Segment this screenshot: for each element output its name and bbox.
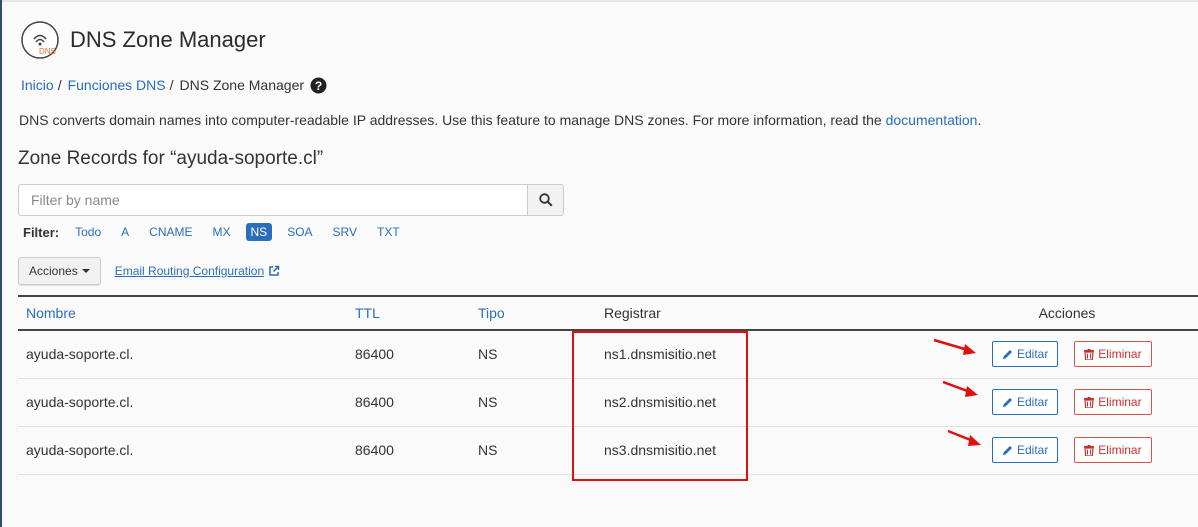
filter-option-a[interactable]: A <box>116 223 134 241</box>
column-header-ttl[interactable]: TTL <box>347 296 470 330</box>
page-description: DNS converts domain names into computer-… <box>19 112 981 128</box>
filter-option-ns[interactable]: NS <box>245 223 273 241</box>
trash-icon <box>1084 396 1095 408</box>
table-row: ayuda-soporte.cl. 86400 NS ns3.dnsmisiti… <box>18 426 1198 475</box>
record-actions: Editar Eliminar <box>936 426 1198 475</box>
page-header: DNS DNS Zone Manager <box>20 20 266 60</box>
filter-option-txt[interactable]: TXT <box>372 223 405 241</box>
svg-text:?: ? <box>315 79 322 93</box>
toolbar: Acciones Email Routing Configuration <box>18 257 280 285</box>
zone-records-table: Nombre TTL Tipo Registrar Acciones ayuda… <box>18 295 1198 475</box>
search-button[interactable] <box>527 184 564 216</box>
record-type-filter: Filter: Todo A CNAME MX NS SOA SRV TXT <box>23 222 410 242</box>
breadcrumb-home-link[interactable]: Inicio <box>21 77 54 93</box>
email-routing-label: Email Routing Configuration <box>114 264 265 278</box>
pencil-icon <box>1003 397 1012 407</box>
dns-logo-icon: DNS <box>20 20 60 60</box>
left-border <box>0 0 2 527</box>
delete-button[interactable]: Eliminar <box>1074 341 1152 368</box>
top-border <box>0 0 1198 2</box>
edit-button-label: Editar <box>1017 443 1049 457</box>
record-value: ns3.dnsmisitio.net <box>596 426 936 475</box>
column-header-name[interactable]: Nombre <box>18 296 347 330</box>
breadcrumb-separator: / <box>169 77 174 93</box>
table-header-row: Nombre TTL Tipo Registrar Acciones <box>18 296 1198 330</box>
delete-button-label: Eliminar <box>1098 395 1142 409</box>
svg-text:DNS: DNS <box>39 47 56 56</box>
edit-button-label: Editar <box>1017 395 1049 409</box>
breadcrumb-separator: / <box>57 77 62 93</box>
pencil-icon <box>1003 445 1012 455</box>
pencil-icon <box>1003 349 1012 359</box>
description-end: . <box>977 112 982 128</box>
description-text: DNS converts domain names into computer-… <box>19 112 886 128</box>
filter-option-srv[interactable]: SRV <box>328 223 362 241</box>
table-row: ayuda-soporte.cl. 86400 NS ns1.dnsmisiti… <box>18 330 1198 379</box>
record-name: ayuda-soporte.cl. <box>18 426 347 475</box>
record-actions: Editar Eliminar <box>936 330 1198 379</box>
documentation-link[interactable]: documentation <box>886 112 978 128</box>
record-name: ayuda-soporte.cl. <box>18 378 347 427</box>
record-ttl: 86400 <box>347 378 470 427</box>
delete-button[interactable]: Eliminar <box>1074 437 1152 463</box>
trash-icon <box>1084 348 1095 360</box>
table-row: ayuda-soporte.cl. 86400 NS ns2.dnsmisiti… <box>18 378 1198 427</box>
breadcrumb-section-link[interactable]: Funciones DNS <box>68 77 166 93</box>
record-ttl: 86400 <box>347 330 470 379</box>
filter-label: Filter: <box>23 224 60 240</box>
breadcrumb-current: DNS Zone Manager <box>179 77 305 93</box>
record-ttl: 86400 <box>347 426 470 475</box>
help-icon[interactable]: ? <box>310 77 327 94</box>
zone-records-title: Zone Records for “ayuda-soporte.cl” <box>18 148 324 169</box>
record-name: ayuda-soporte.cl. <box>18 330 347 379</box>
column-header-record: Registrar <box>604 305 661 321</box>
filter-option-soa[interactable]: SOA <box>282 223 317 241</box>
edit-button-label: Editar <box>1017 347 1049 362</box>
trash-icon <box>1084 444 1095 456</box>
record-type: NS <box>470 330 596 379</box>
filter-option-mx[interactable]: MX <box>208 223 236 241</box>
page-title: DNS Zone Manager <box>70 27 266 52</box>
record-value: ns2.dnsmisitio.net <box>596 378 936 427</box>
edit-button[interactable]: Editar <box>992 437 1059 463</box>
record-value: ns1.dnsmisitio.net <box>596 330 936 379</box>
search-bar <box>18 184 564 216</box>
filter-option-cname[interactable]: CNAME <box>144 223 197 241</box>
delete-button-label: Eliminar <box>1098 443 1142 457</box>
external-link-icon <box>269 265 280 276</box>
caret-down-icon <box>81 269 90 273</box>
record-actions: Editar Eliminar <box>936 378 1198 427</box>
breadcrumb: Inicio / Funciones DNS / DNS Zone Manage… <box>21 75 327 95</box>
search-icon <box>538 193 553 207</box>
filter-option-todo[interactable]: Todo <box>70 223 106 241</box>
actions-dropdown-button[interactable]: Acciones <box>18 257 101 285</box>
actions-dropdown-label: Acciones <box>29 264 78 278</box>
column-header-type[interactable]: Tipo <box>470 296 596 330</box>
record-type: NS <box>470 378 596 427</box>
edit-button[interactable]: Editar <box>992 341 1059 368</box>
search-input[interactable] <box>18 184 527 216</box>
column-header-actions: Acciones <box>1038 305 1096 321</box>
record-type: NS <box>470 426 596 475</box>
email-routing-link[interactable]: Email Routing Configuration <box>115 264 280 278</box>
delete-button[interactable]: Eliminar <box>1074 389 1152 415</box>
delete-button-label: Eliminar <box>1098 347 1142 362</box>
edit-button[interactable]: Editar <box>992 389 1059 415</box>
